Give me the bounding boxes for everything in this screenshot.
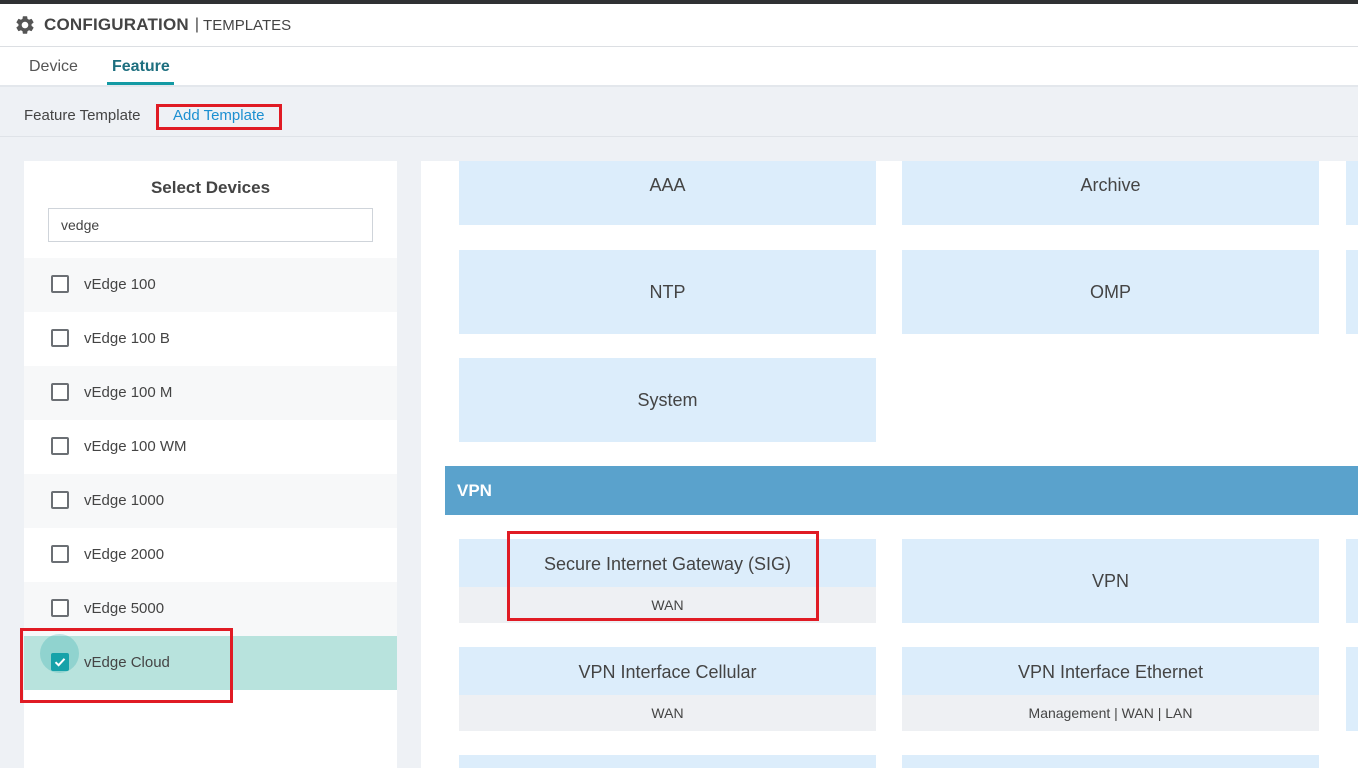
template-card-archive[interactable]: Archive — [902, 161, 1319, 225]
breadcrumb: Feature Template — [24, 107, 141, 124]
device-label: vEdge 1000 — [84, 492, 165, 509]
list-item[interactable]: vEdge 5000 — [24, 582, 397, 636]
template-card-partial[interactable] — [902, 755, 1319, 768]
device-search-input[interactable] — [48, 208, 373, 242]
template-card-partial[interactable] — [459, 755, 876, 768]
template-name: VPN Interface Cellular — [578, 662, 757, 682]
list-item[interactable]: vEdge 2000 — [24, 528, 397, 582]
checkbox[interactable] — [51, 383, 69, 401]
list-item[interactable]: vEdge 1000 — [24, 474, 397, 528]
template-name: Secure Internet Gateway (SIG) — [543, 554, 792, 574]
checkmark-icon — [54, 658, 66, 667]
template-card-system[interactable]: System — [459, 358, 876, 442]
title-separator: | — [194, 16, 200, 33]
select-devices-panel: Select Devices vEdge 100 vEdge 100 B vEd… — [24, 161, 397, 768]
template-card-partial[interactable] — [1346, 250, 1358, 334]
template-name: VPN — [1091, 571, 1129, 591]
select-devices-title: Select Devices — [150, 178, 271, 197]
checkbox[interactable] — [51, 599, 69, 617]
template-card-vpn[interactable]: VPN — [902, 539, 1319, 623]
template-card-aaa[interactable]: AAA — [459, 161, 876, 225]
vpn-section-header: VPN — [445, 466, 1358, 515]
template-name: NTP — [649, 282, 686, 302]
device-label: vEdge 100 — [84, 276, 156, 293]
list-item[interactable]: vEdge 100 B — [24, 312, 397, 366]
device-label: vEdge 100 M — [84, 384, 173, 401]
page-subtitle: TEMPLATES — [203, 16, 292, 34]
add-template-link[interactable]: Add Template — [173, 107, 264, 124]
list-item[interactable]: vEdge 100 — [24, 258, 397, 312]
device-label: vEdge 100 B — [84, 330, 170, 347]
template-tag: WAN — [459, 587, 876, 623]
checkbox[interactable] — [51, 437, 69, 455]
template-name: VPN Interface Ethernet — [1017, 662, 1204, 682]
device-list: vEdge 100 vEdge 100 B vEdge 100 M vEdge … — [24, 258, 397, 690]
template-card-ntp[interactable]: NTP — [459, 250, 876, 334]
template-tag: WAN — [459, 695, 876, 731]
template-name: Archive — [1080, 175, 1141, 195]
checkbox[interactable] — [51, 545, 69, 563]
device-label: vEdge Cloud — [84, 654, 170, 671]
template-card-partial[interactable] — [1346, 161, 1358, 225]
sub-toolbar: Feature Template Add Template — [0, 89, 1358, 137]
checkbox[interactable] — [51, 329, 69, 347]
list-item[interactable]: vEdge 100 M — [24, 366, 397, 420]
tab-feature[interactable]: Feature — [112, 58, 170, 76]
template-card-vpn-interface-cellular[interactable]: VPN Interface Cellular WAN — [459, 647, 876, 731]
page-header: CONFIGURATION | TEMPLATES — [0, 4, 1358, 47]
template-tag: Management | WAN | LAN — [902, 695, 1319, 731]
template-card-vpn-interface-ethernet[interactable]: VPN Interface Ethernet Management | WAN … — [902, 647, 1319, 731]
tab-bar: Device Feature — [0, 47, 1358, 87]
list-item-selected[interactable]: vEdge Cloud — [24, 634, 397, 690]
active-tab-indicator — [107, 82, 174, 85]
template-card-omp[interactable]: OMP — [902, 250, 1319, 334]
list-item[interactable]: vEdge 100 WM — [24, 420, 397, 474]
template-card-sig[interactable]: Secure Internet Gateway (SIG) WAN — [459, 539, 876, 623]
template-name: System — [637, 390, 698, 410]
tab-device[interactable]: Device — [29, 58, 78, 76]
template-card-partial[interactable] — [1346, 539, 1358, 623]
checkbox[interactable] — [51, 491, 69, 509]
device-label: vEdge 2000 — [84, 546, 165, 563]
page-title: CONFIGURATION — [44, 15, 189, 34]
gear-icon — [14, 14, 36, 36]
checkbox[interactable] — [51, 275, 69, 293]
device-label: vEdge 5000 — [84, 600, 165, 617]
template-panel: AAA Archive NTP OMP System VPN Secure In… — [421, 161, 1358, 768]
checkbox-checked[interactable] — [51, 653, 69, 671]
device-label: vEdge 100 WM — [84, 438, 187, 455]
template-card-partial[interactable] — [1346, 647, 1358, 731]
template-name: AAA — [649, 175, 686, 195]
template-name: OMP — [1089, 282, 1131, 302]
